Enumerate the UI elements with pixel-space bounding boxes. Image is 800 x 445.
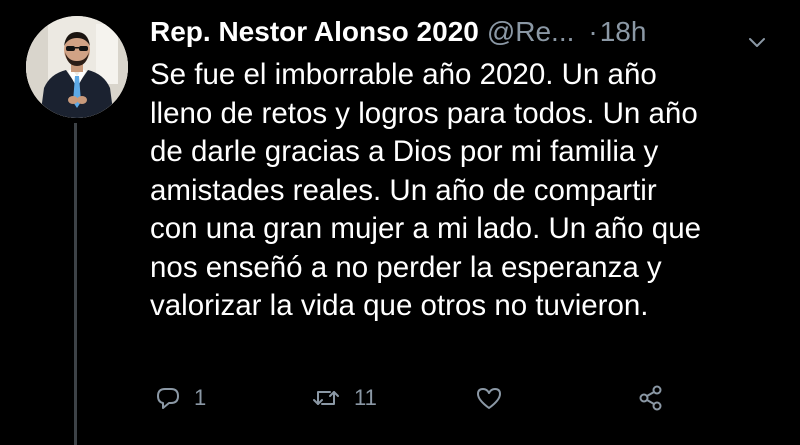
reply-button[interactable]: 1 <box>154 378 206 418</box>
retweet-icon <box>310 384 342 412</box>
tweet-text-line: Se fue el imborrable año 2020. Un año <box>150 58 657 91</box>
retweet-button[interactable]: 11 <box>310 378 377 418</box>
like-icon <box>474 384 504 412</box>
tweet-text-line: de darle gracias a Dios por mi familia y <box>150 135 659 168</box>
tweet-time[interactable]: 18h <box>600 16 647 47</box>
share-icon <box>636 383 666 413</box>
thread-line <box>74 123 77 445</box>
tweet-text: Se fue el imborrable año 2020. Un año ll… <box>150 56 790 326</box>
avatar-photo <box>26 16 128 118</box>
retweet-count: 11 <box>354 385 377 410</box>
reply-count: 1 <box>194 385 207 410</box>
tweet-text-line: lleno de retos y logros para todos. Un a… <box>150 96 698 130</box>
like-button[interactable] <box>474 378 516 418</box>
tweet[interactable]: Rep. Nestor Alonso 2020 @Re... ·18h Se fue… <box>0 0 800 445</box>
tweet-text-line: con una gran mujer a mi lado. Un año que <box>150 212 702 245</box>
reply-icon <box>154 384 182 412</box>
tweet-actions: 1 11 <box>150 378 790 418</box>
author-name[interactable]: Rep. Nestor Alonso 2020 <box>150 16 479 47</box>
author-handle[interactable]: @Re... <box>487 16 575 47</box>
tweet-text-line: valorizar la vida que otros no tuvieron. <box>150 289 649 322</box>
avatar[interactable] <box>26 16 128 118</box>
tweet-header: Rep. Nestor Alonso 2020 @Re... ·18h <box>150 12 780 52</box>
separator-dot: · <box>588 16 598 47</box>
tweet-text-line: nos enseñó a no perder la esperanza y <box>150 250 662 284</box>
tweet-text-line: amistades reales. Un año de compartir <box>150 173 657 207</box>
share-button[interactable] <box>636 378 666 418</box>
chevron-down-icon[interactable] <box>746 24 768 47</box>
